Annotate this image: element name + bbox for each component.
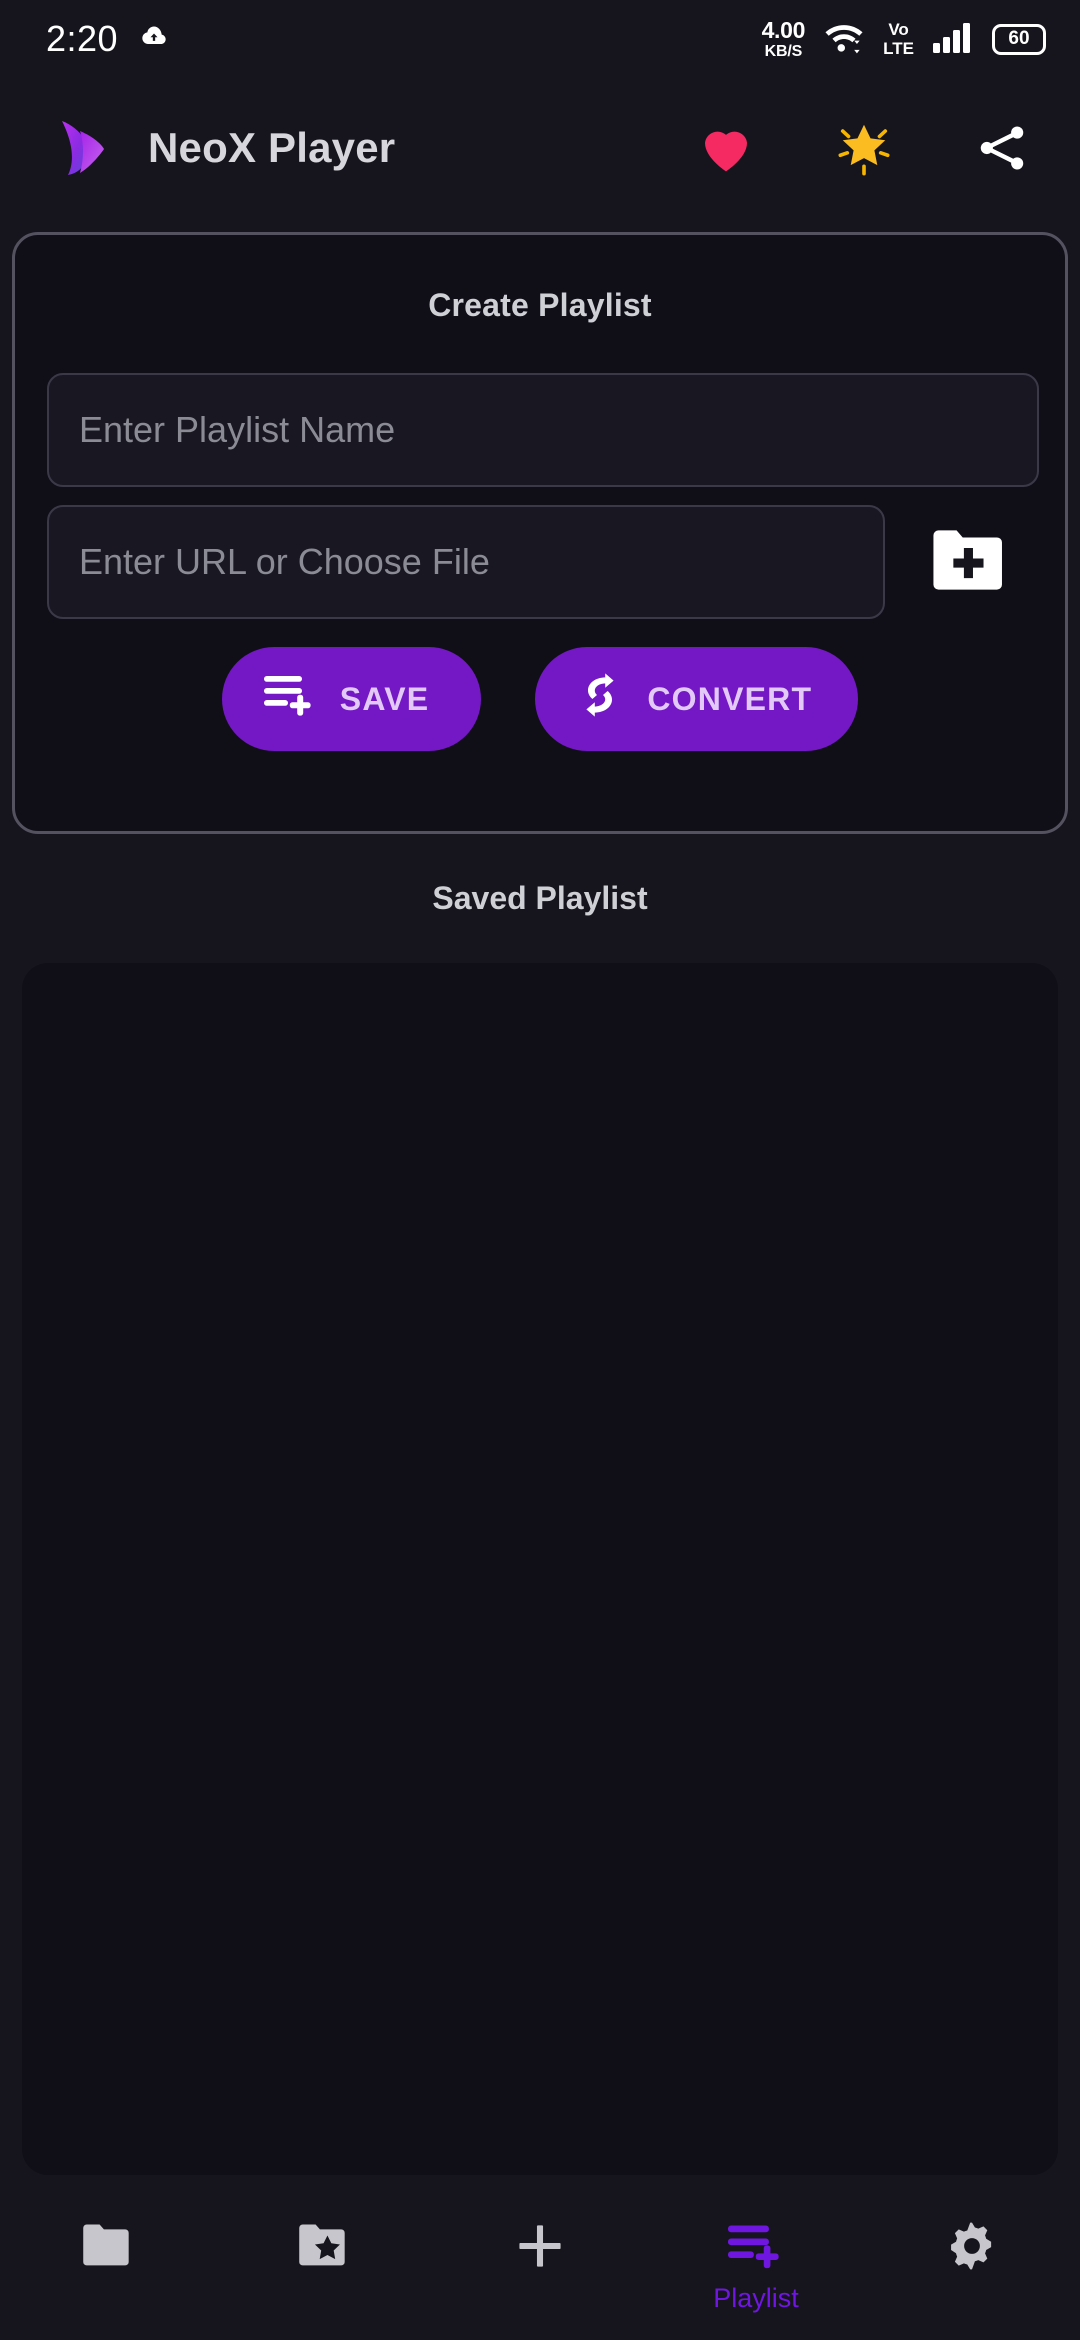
nav-playlist-label: Playlist	[713, 2283, 799, 2313]
status-bar: 2:20 4.00 KB/S Vo LTE 60	[0, 0, 1080, 78]
page-title: NeoX Player	[148, 124, 396, 171]
convert-sync-icon	[577, 671, 623, 727]
nav-folder[interactable]	[0, 2175, 216, 2340]
app-root: 2:20 4.00 KB/S Vo LTE 60 NeoX Player Cre…	[0, 0, 1080, 2340]
cloud-download-icon	[140, 23, 168, 56]
playlist-add-icon	[263, 674, 316, 724]
status-bar-left: 2:20	[46, 18, 168, 60]
saved-playlist-panel[interactable]	[22, 963, 1058, 2175]
star-icon[interactable]	[834, 118, 894, 178]
net-speed-unit: KB/S	[764, 42, 803, 60]
save-button-label: SAVE	[339, 680, 430, 717]
app-bar: NeoX Player	[0, 78, 1080, 218]
status-bar-right: 4.00 KB/S Vo LTE 60	[761, 16, 1046, 60]
saved-playlist-title: Saved Playlist	[432, 880, 648, 916]
battery-indicator: 60	[992, 23, 1046, 55]
bottom-navigation: Playlist	[0, 2175, 1080, 2340]
app-bar-actions	[696, 118, 1046, 178]
neox-play-logo	[46, 111, 120, 185]
gear-icon	[945, 2217, 999, 2275]
nav-favorites[interactable]	[216, 2175, 432, 2340]
create-playlist-title: Create Playlist	[428, 287, 652, 323]
convert-button-label: CONVERT	[647, 680, 813, 717]
folder-add-icon	[927, 524, 1009, 601]
network-speed: 4.00 KB/S	[761, 16, 806, 60]
convert-button[interactable]: CONVERT	[535, 647, 859, 751]
signal-bars-icon	[932, 21, 974, 58]
nav-settings[interactable]	[864, 2175, 1080, 2340]
playlist-add-icon	[728, 2217, 784, 2275]
choose-file-button[interactable]	[913, 507, 1023, 617]
save-button[interactable]: SAVE	[221, 647, 482, 751]
folder-icon	[80, 2217, 136, 2275]
favorite-icon[interactable]	[696, 118, 756, 178]
nav-add[interactable]	[432, 2175, 648, 2340]
card-button-row: SAVE CONVERT	[15, 647, 1065, 751]
nav-playlist[interactable]: Playlist	[648, 2175, 864, 2340]
playlist-name-field[interactable]: Enter Playlist Name	[47, 373, 1039, 487]
share-icon[interactable]	[972, 118, 1032, 178]
wifi-icon	[823, 20, 865, 59]
playlist-url-field[interactable]: Enter URL or Choose File	[47, 505, 885, 619]
volte-indicator: Vo LTE	[883, 21, 914, 57]
folder-star-icon	[296, 2217, 352, 2275]
volte-line2: LTE	[883, 39, 914, 58]
create-playlist-card: Create Playlist Enter Playlist Name Ente…	[12, 232, 1068, 834]
playlist-name-placeholder: Enter Playlist Name	[79, 409, 396, 450]
battery-level: 60	[1008, 28, 1030, 49]
volte-line1: Vo	[888, 20, 909, 39]
net-speed-value: 4.00	[761, 16, 806, 43]
playlist-url-placeholder: Enter URL or Choose File	[79, 541, 490, 582]
plus-icon	[514, 2217, 566, 2275]
status-clock: 2:20	[46, 18, 119, 59]
